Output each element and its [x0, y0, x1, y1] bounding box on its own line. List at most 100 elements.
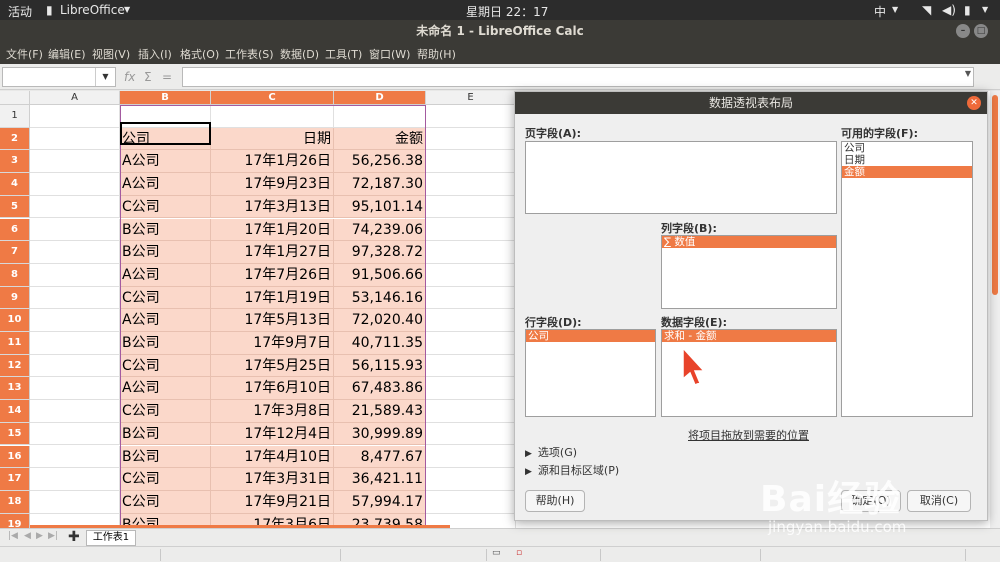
row-header[interactable]: 15: [0, 422, 30, 446]
cell-company[interactable]: B公司: [120, 218, 211, 242]
selection-mode-icon[interactable]: ▭: [492, 548, 501, 558]
cell-amount[interactable]: 97,328.72: [334, 241, 426, 264]
available-field-item[interactable]: 公司: [842, 142, 972, 154]
cell-a[interactable]: [30, 263, 120, 287]
cell-amount[interactable]: 30,999.89: [334, 422, 426, 446]
cell-date[interactable]: 17年12月4日: [211, 422, 334, 446]
sheet-tab[interactable]: 工作表1: [86, 530, 136, 546]
row-header[interactable]: 17: [0, 468, 30, 491]
cell-e[interactable]: [426, 105, 516, 128]
available-field-item[interactable]: 金额: [842, 166, 972, 178]
app-menu-icon[interactable]: ▮: [46, 3, 53, 17]
cell-company[interactable]: A公司: [120, 263, 211, 287]
activities-button[interactable]: 活动: [8, 3, 32, 20]
cell-company[interactable]: A公司: [120, 309, 211, 332]
cell-amount[interactable]: 53,146.16: [334, 286, 426, 310]
row-header[interactable]: 14: [0, 400, 30, 423]
cell-date[interactable]: 17年3月8日: [211, 400, 334, 423]
menu-format[interactable]: 格式(O): [180, 46, 219, 62]
cell-e[interactable]: [426, 468, 516, 491]
cell-company[interactable]: C公司: [120, 354, 211, 378]
document-modified-icon[interactable]: ▫: [516, 548, 522, 558]
cell-date[interactable]: 17年9月21日: [211, 490, 334, 514]
menu-view[interactable]: 视图(V): [92, 46, 130, 62]
last-sheet-icon[interactable]: ▶|: [48, 531, 58, 541]
cell-e[interactable]: [426, 309, 516, 332]
function-wizard-icon[interactable]: fx: [124, 70, 135, 84]
vertical-scrollbar-thumb[interactable]: [992, 95, 998, 295]
system-menu-chevron-icon[interactable]: ▼: [982, 5, 988, 14]
cell-e[interactable]: [426, 445, 516, 469]
cell-amount[interactable]: [334, 105, 426, 128]
vertical-scrollbar[interactable]: [990, 91, 1000, 528]
cell-e[interactable]: [426, 127, 516, 151]
close-icon[interactable]: ✕: [967, 96, 981, 110]
cell-date[interactable]: 17年1月20日: [211, 218, 334, 242]
cell-date[interactable]: 17年5月25日: [211, 354, 334, 378]
cell-amount[interactable]: 57,994.17: [334, 490, 426, 514]
cell-e[interactable]: [426, 332, 516, 355]
cell-e[interactable]: [426, 173, 516, 196]
column-header-b[interactable]: B: [120, 91, 211, 105]
cell-date[interactable]: 17年9月7日: [211, 332, 334, 355]
cell-company[interactable]: A公司: [120, 150, 211, 174]
available-fields-list[interactable]: 公司 日期 金额: [841, 141, 973, 417]
cell-amount[interactable]: 8,477.67: [334, 445, 426, 469]
cell-amount[interactable]: 74,239.06: [334, 218, 426, 242]
cell-a[interactable]: [30, 422, 120, 446]
cell-a[interactable]: [30, 218, 120, 242]
app-menu-chevron-icon[interactable]: ▼: [124, 5, 130, 14]
cell-amount[interactable]: 40,711.35: [334, 332, 426, 355]
add-sheet-icon[interactable]: ✚: [68, 529, 80, 545]
cell-amount[interactable]: 56,256.38: [334, 150, 426, 174]
row-header[interactable]: 16: [0, 445, 30, 469]
available-field-item[interactable]: 日期: [842, 154, 972, 166]
row-field-item[interactable]: 公司: [526, 330, 655, 342]
cell-company[interactable]: B公司: [120, 332, 211, 355]
help-button[interactable]: 帮助(H): [525, 490, 585, 512]
menu-window[interactable]: 窗口(W): [369, 46, 410, 62]
row-header[interactable]: 18: [0, 490, 30, 514]
cell-date[interactable]: 17年5月13日: [211, 309, 334, 332]
cell-company[interactable]: C公司: [120, 468, 211, 491]
cell-a[interactable]: [30, 195, 120, 219]
row-header[interactable]: 3: [0, 150, 30, 174]
expand-formula-icon[interactable]: ▼: [965, 69, 971, 78]
cell-a[interactable]: [30, 354, 120, 378]
menu-edit[interactable]: 编辑(E): [48, 46, 86, 62]
data-field-item[interactable]: 求和 - 金额: [662, 330, 836, 342]
cell-date[interactable]: [211, 105, 334, 128]
cell-date[interactable]: 17年3月13日: [211, 195, 334, 219]
cell-amount[interactable]: 金额: [334, 127, 426, 151]
menu-sheet[interactable]: 工作表(S): [225, 46, 274, 62]
cell-a[interactable]: [30, 127, 120, 151]
row-header[interactable]: 2: [0, 127, 30, 151]
input-method-chevron-icon[interactable]: ▼: [892, 5, 898, 14]
row-fields-list[interactable]: 公司: [525, 329, 656, 417]
cell-date[interactable]: 17年1月26日: [211, 150, 334, 174]
cell-amount[interactable]: 21,589.43: [334, 400, 426, 423]
options-expander[interactable]: ▶ 选项(G): [525, 444, 577, 460]
cell-a[interactable]: [30, 173, 120, 196]
menu-insert[interactable]: 插入(I): [138, 46, 172, 62]
column-header-a[interactable]: A: [30, 91, 120, 105]
cell-a[interactable]: [30, 400, 120, 423]
cell-date[interactable]: 17年1月19日: [211, 286, 334, 310]
column-field-item[interactable]: ∑ 数值: [662, 236, 836, 248]
row-header[interactable]: 19: [0, 513, 30, 528]
cell-date[interactable]: 17年7月26日: [211, 263, 334, 287]
row-header[interactable]: 7: [0, 241, 30, 264]
sum-icon[interactable]: Σ: [144, 70, 152, 84]
formula-input[interactable]: ▼: [182, 67, 974, 87]
cell-e[interactable]: [426, 354, 516, 378]
cell-a[interactable]: [30, 490, 120, 514]
cell-a[interactable]: [30, 332, 120, 355]
row-header[interactable]: 13: [0, 377, 30, 401]
network-icon[interactable]: ◥: [922, 3, 931, 17]
battery-icon[interactable]: ▮: [964, 3, 971, 17]
cell-company[interactable]: [120, 105, 211, 128]
cell-company[interactable]: B公司: [120, 241, 211, 264]
cell-company[interactable]: A公司: [120, 377, 211, 401]
maximize-icon[interactable]: □: [974, 24, 988, 38]
cell-e[interactable]: [426, 241, 516, 264]
